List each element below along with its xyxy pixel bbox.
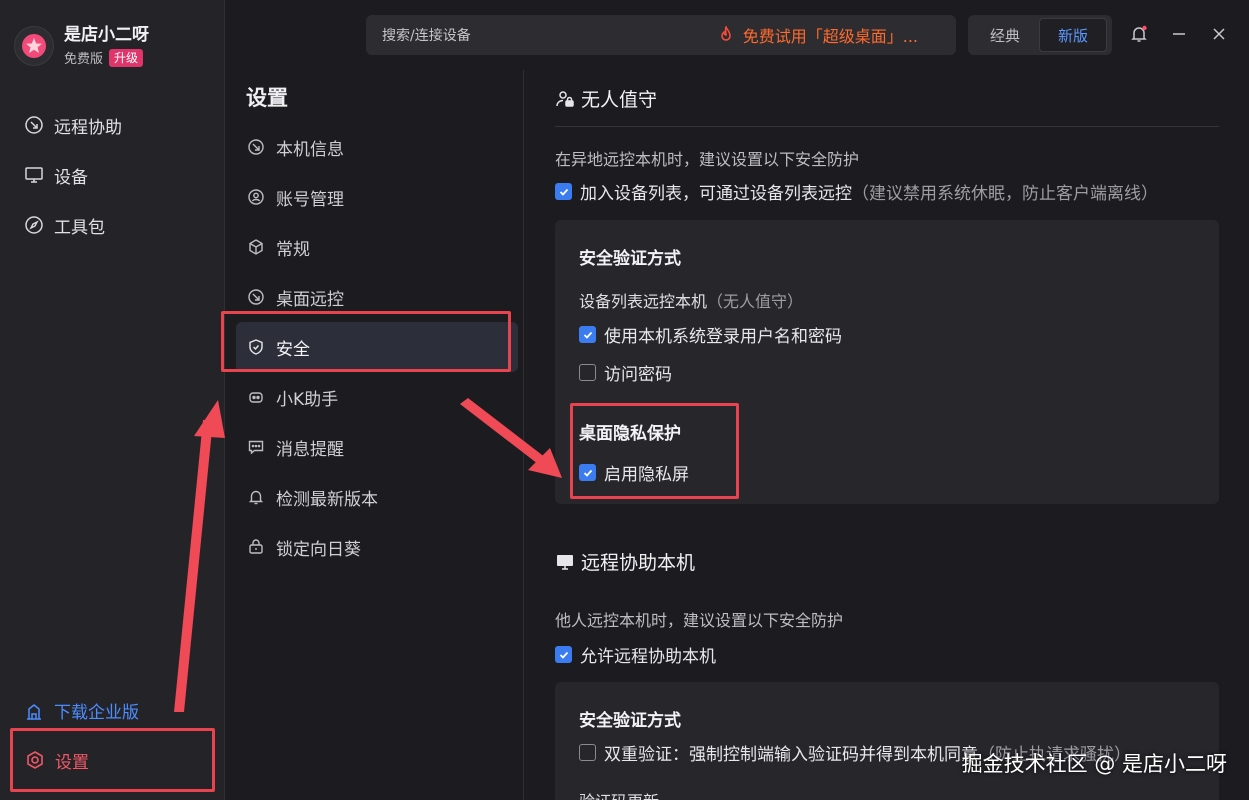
- checkbox-checked-icon: [555, 646, 572, 663]
- subnav-item-label: 本机信息: [276, 139, 344, 160]
- checkbox-unchecked-icon: [579, 744, 596, 761]
- fire-icon: [720, 26, 731, 41]
- compass-icon: [24, 215, 44, 235]
- subnav-item-account[interactable]: 账号管理: [236, 172, 518, 222]
- lock-icon: [246, 537, 266, 557]
- user-profile[interactable]: 是店小二呀 免费版 升级: [14, 24, 149, 67]
- checkbox-label: 允许远程协助本机: [580, 647, 716, 667]
- subnav-item-label: 账号管理: [276, 189, 344, 210]
- user-name: 是店小二呀: [64, 25, 149, 45]
- checkbox-label: 加入设备列表，可通过设备列表远控: [580, 184, 852, 204]
- robot-icon: [246, 387, 266, 407]
- subnav-item-label: 锁定向日葵: [276, 539, 361, 560]
- monitor-icon: [24, 165, 44, 185]
- bell-icon: [246, 487, 266, 507]
- star-logo-icon: [22, 33, 46, 58]
- access-password-checkbox[interactable]: 访问密码: [579, 360, 672, 385]
- subnav-item-label: 常规: [276, 239, 310, 260]
- device-info-icon: [246, 137, 266, 157]
- cube-icon: [246, 237, 266, 257]
- subnav-item-label: 桌面远控: [276, 289, 344, 310]
- main-sidebar: 是店小二呀 免费版 升级 远程协助 设备 工具包 下载企业版 设置: [0, 0, 225, 800]
- allow-remote-assist-checkbox[interactable]: 允许远程协助本机: [555, 642, 716, 667]
- message-icon: [246, 437, 266, 457]
- mode-classic-button[interactable]: 经典: [971, 18, 1039, 52]
- checkbox-label: 使用本机系统登录用户名和密码: [604, 327, 842, 347]
- section-title-text: 远程协助本机: [581, 552, 696, 574]
- subnav-item-general[interactable]: 常规: [236, 222, 518, 272]
- mode-new-button[interactable]: 新版: [1039, 18, 1107, 52]
- subnav-item-device-info[interactable]: 本机信息: [236, 122, 518, 172]
- bell-icon: [1131, 25, 1147, 42]
- download-enterprise-link[interactable]: 下载企业版: [24, 698, 139, 723]
- auth-method-title: 安全验证方式: [579, 711, 681, 731]
- user-lock-icon: [556, 90, 574, 107]
- download-enterprise-label: 下载企业版: [54, 703, 139, 723]
- remote-assist-icon: [24, 115, 44, 135]
- checkbox-checked-icon: [579, 326, 596, 343]
- checkbox-label: 访问密码: [604, 365, 672, 385]
- subnav-item-check-update[interactable]: 检测最新版本: [236, 472, 518, 522]
- account-icon: [246, 187, 266, 207]
- ui-mode-toggle: 经典 新版: [968, 15, 1112, 55]
- nav-item-label: 设备: [54, 167, 88, 188]
- settings-title: 设置: [246, 86, 288, 110]
- security-highlight-box: [221, 311, 511, 372]
- remote-control-icon: [246, 287, 266, 307]
- section-title-text: 无人值守: [581, 89, 658, 111]
- nav-item-settings[interactable]: 设置: [10, 728, 215, 792]
- remote-assist-hint: 他人远控本机时，建议设置以下安全防护: [555, 611, 844, 630]
- list-control-text: 设备列表远控本机: [579, 292, 708, 311]
- list-control-note: （无人值守）: [707, 292, 804, 311]
- settings-subnav: 设置 本机信息 账号管理 常规 桌面远控 安全 小K助手 消息提醒 检测最新版本…: [226, 70, 524, 800]
- watermark: 掘金技术社区 @ 是店小二呀: [961, 752, 1227, 776]
- plan-label: 免费版: [64, 52, 104, 67]
- gear-icon: [27, 751, 43, 769]
- building-icon: [27, 703, 41, 720]
- search-input[interactable]: 搜索/连接设备 免费试用「超级桌面」...: [366, 15, 956, 55]
- unattended-hint: 在异地远控本机时，建议设置以下安全防护: [555, 150, 860, 169]
- subnav-item-lock[interactable]: 锁定向日葵: [236, 522, 518, 572]
- checkbox-note: （建议禁用系统休眠，防止客户端离线）: [852, 184, 1158, 204]
- list-control-label: 设备列表远控本机（无人值守）: [579, 288, 803, 312]
- code-update-label: 验证码更新: [579, 788, 659, 800]
- close-icon: [1213, 28, 1225, 40]
- minimize-button[interactable]: [1167, 22, 1191, 46]
- privacy-highlight-box: [570, 403, 739, 499]
- add-to-device-list-checkbox[interactable]: 加入设备列表，可通过设备列表远控 （建议禁用系统休眠，防止客户端离线）: [555, 179, 1158, 204]
- minimize-icon: [1173, 33, 1185, 35]
- monitor-icon: [557, 554, 573, 570]
- nav-item-label: 设置: [55, 752, 89, 773]
- subnav-item-notifications[interactable]: 消息提醒: [236, 422, 518, 472]
- nav-item-label: 工具包: [54, 217, 105, 238]
- subnav-item-k-assistant[interactable]: 小K助手: [236, 372, 518, 422]
- promo-banner[interactable]: 免费试用「超级桌面」...: [717, 23, 918, 47]
- promo-text: 免费试用「超级桌面」...: [742, 27, 918, 46]
- auth-method-title: 安全验证方式: [579, 249, 681, 269]
- system-login-checkbox[interactable]: 使用本机系统登录用户名和密码: [579, 322, 842, 347]
- subnav-item-label: 小K助手: [276, 389, 339, 410]
- checkbox-unchecked-icon: [579, 364, 596, 381]
- checkbox-label: 双重验证：强制控制端输入验证码并得到本机同意: [604, 745, 978, 765]
- avatar[interactable]: [14, 25, 54, 66]
- nav-item-devices[interactable]: 设备: [0, 150, 225, 200]
- checkbox-checked-icon: [555, 183, 572, 200]
- subnav-item-label: 消息提醒: [276, 439, 344, 460]
- search-placeholder: 搜索/连接设备: [382, 28, 471, 44]
- section-divider: [555, 126, 1219, 127]
- upgrade-badge[interactable]: 升级: [109, 48, 144, 67]
- nav-item-remote-assist[interactable]: 远程协助: [0, 100, 225, 150]
- remote-assist-security-card: 安全验证方式 双重验证：强制控制端输入验证码并得到本机同意 （防止执请求骚扰） …: [555, 682, 1219, 800]
- close-button[interactable]: [1207, 22, 1231, 46]
- nav-item-toolkit[interactable]: 工具包: [0, 200, 225, 250]
- unattended-section-title: 无人值守: [555, 85, 657, 112]
- notification-button[interactable]: [1127, 22, 1151, 46]
- nav-item-label: 远程协助: [54, 117, 122, 138]
- subnav-item-label: 检测最新版本: [276, 489, 378, 510]
- main-nav: 远程协助 设备 工具包: [0, 100, 225, 250]
- remote-assist-section-title: 远程协助本机: [555, 548, 695, 575]
